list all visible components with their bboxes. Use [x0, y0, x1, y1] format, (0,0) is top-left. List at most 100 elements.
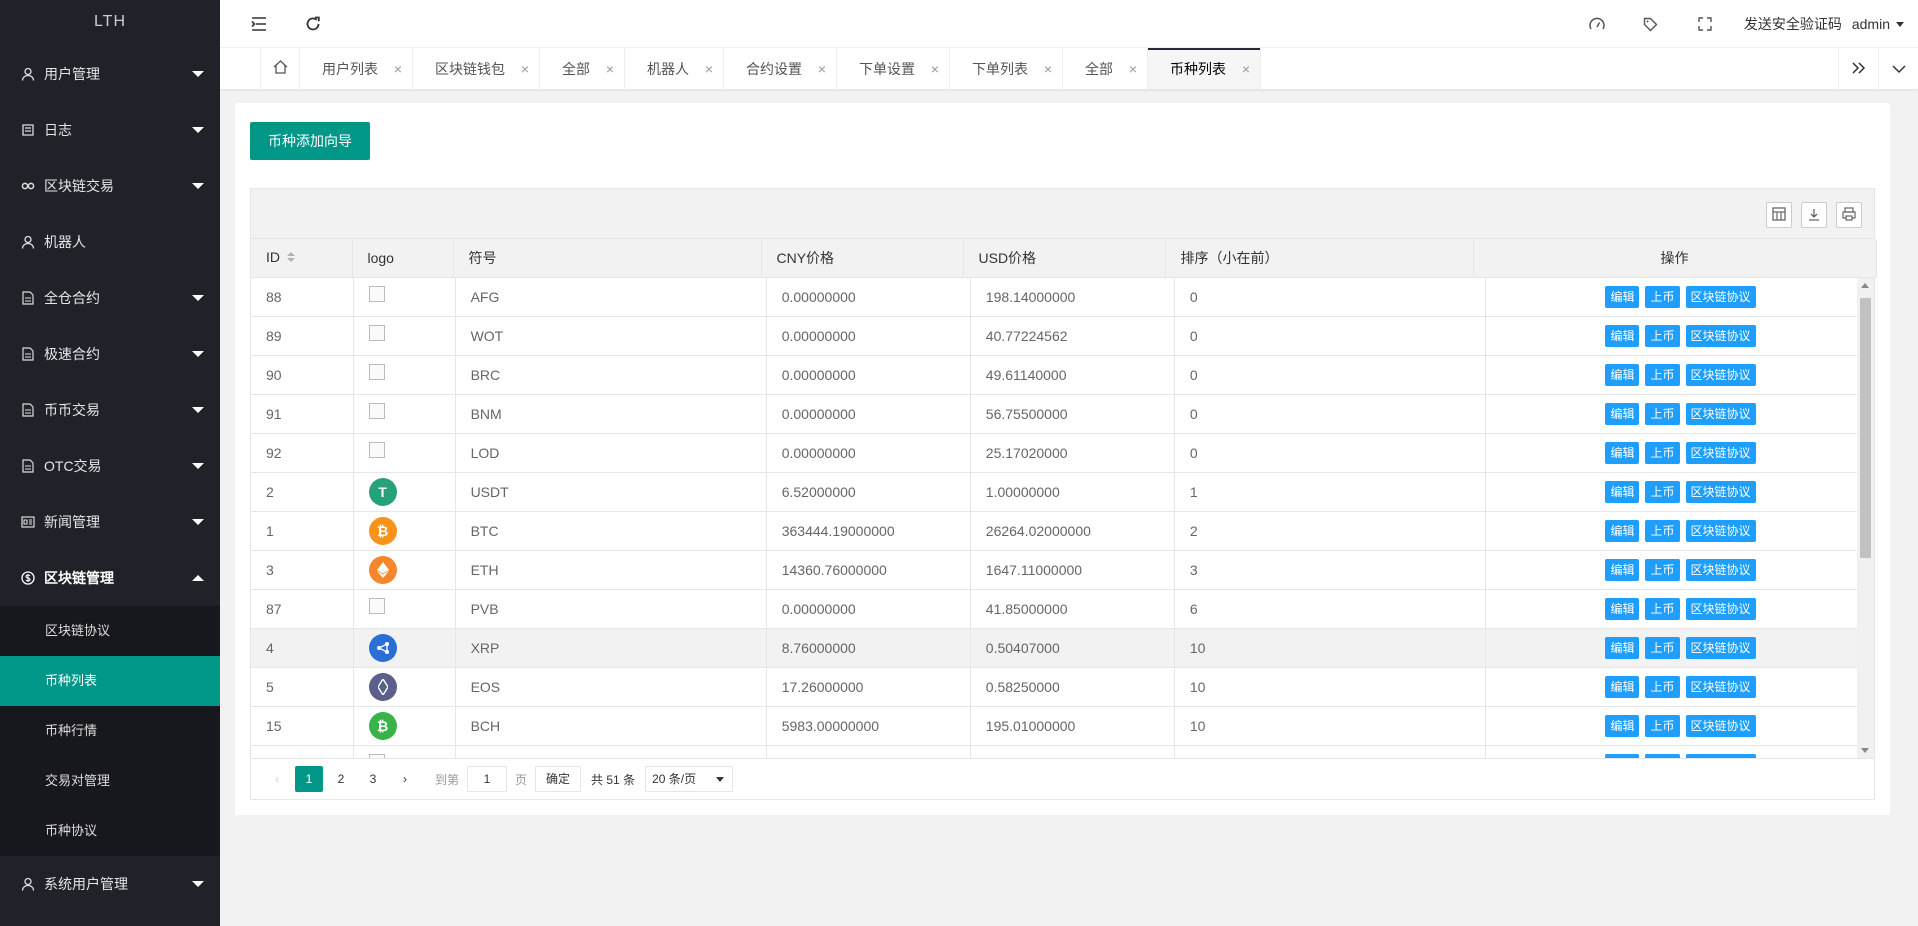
sort-icon[interactable]: [286, 250, 296, 266]
edit-button[interactable]: 编辑: [1605, 715, 1640, 737]
list-coin-button[interactable]: 上币: [1645, 403, 1680, 425]
sidebar-item-8[interactable]: 新闻管理: [0, 494, 220, 550]
edit-button[interactable]: 编辑: [1605, 520, 1640, 542]
edit-button[interactable]: 编辑: [1605, 676, 1640, 698]
list-coin-button[interactable]: 上币: [1645, 715, 1680, 737]
edit-button[interactable]: 编辑: [1605, 325, 1640, 347]
sidebar-item-1[interactable]: 日志: [0, 102, 220, 158]
chain-protocol-button[interactable]: 区块链协议: [1685, 598, 1756, 620]
table-row[interactable]: 91 BNM 0.00000000 56.75500000 0 编辑 上币 区块链协议: [251, 394, 1874, 434]
sidebar-item-system-users[interactable]: 系统用户管理: [0, 856, 220, 912]
chain-protocol-button[interactable]: 区块链协议: [1685, 403, 1756, 425]
sidebar-subitem-1[interactable]: 币种列表: [0, 656, 220, 706]
list-coin-button[interactable]: 上币: [1645, 559, 1680, 581]
sidebar-subitem-3[interactable]: 交易对管理: [0, 756, 220, 806]
list-coin-button[interactable]: 上币: [1645, 285, 1680, 308]
chain-protocol-button[interactable]: 区块链协议: [1685, 325, 1756, 347]
tab-7[interactable]: 全部 ×: [1063, 48, 1148, 89]
sidebar-item-0[interactable]: 用户管理: [0, 46, 220, 102]
list-coin-button[interactable]: 上币: [1645, 481, 1680, 503]
sidebar-item-9[interactable]: 区块链管理: [0, 550, 220, 606]
table-row[interactable]: 4 XRP 8.76000000 0.50407000 10 编辑 上币 区块链协议: [251, 628, 1874, 668]
table-row[interactable]: 5 EOS 17.26000000 0.58250000 10 编辑 上币 区块链协议: [251, 667, 1874, 707]
chain-protocol-button[interactable]: 区块链协议: [1685, 637, 1756, 659]
close-icon[interactable]: ×: [521, 48, 529, 90]
close-icon[interactable]: ×: [705, 48, 713, 90]
edit-button[interactable]: 编辑: [1605, 442, 1640, 464]
close-icon[interactable]: ×: [931, 48, 939, 90]
list-coin-button[interactable]: 上币: [1645, 364, 1680, 386]
tab-8[interactable]: 币种列表 ×: [1148, 48, 1261, 89]
table-row[interactable]: 92 LOD 0.00000000 25.17020000 0 编辑 上币 区块链协议: [251, 433, 1874, 473]
chain-protocol-button[interactable]: 区块链协议: [1685, 559, 1756, 581]
fullscreen-icon[interactable]: [1695, 14, 1715, 34]
page-input[interactable]: 1: [467, 766, 508, 792]
chain-protocol-button[interactable]: 区块链协议: [1685, 481, 1756, 503]
edit-button[interactable]: 编辑: [1605, 559, 1640, 581]
scrollbar-thumb[interactable]: [1860, 297, 1871, 558]
close-icon[interactable]: ×: [606, 48, 614, 90]
sidebar-item-6[interactable]: 币币交易: [0, 382, 220, 438]
chain-protocol-button[interactable]: 区块链协议: [1685, 442, 1756, 464]
table-row[interactable]: 2 T USDT 6.52000000 1.00000000 1 编辑 上币 区块链协议: [251, 472, 1874, 512]
tag-icon[interactable]: [1641, 14, 1661, 34]
tabs-scroll-right-button[interactable]: [1838, 48, 1878, 90]
close-icon[interactable]: ×: [394, 48, 402, 90]
tab-0[interactable]: 用户列表 ×: [300, 48, 413, 89]
list-coin-button[interactable]: 上币: [1645, 442, 1680, 464]
prev-page-button[interactable]: ‹: [263, 766, 291, 792]
tab-6[interactable]: 下单列表 ×: [950, 48, 1063, 89]
scroll-up-arrow-icon[interactable]: [1861, 282, 1869, 288]
chain-protocol-button[interactable]: 区块链协议: [1685, 715, 1756, 737]
page-number-button[interactable]: 3: [359, 766, 387, 792]
menu-collapse-icon[interactable]: [248, 13, 270, 35]
table-body-scroll[interactable]: 88 AFG 0.00000000 198.14000000 0 编辑 上币 区块链协议 89 W…: [251, 277, 1874, 758]
list-coin-button[interactable]: 上币: [1645, 637, 1680, 659]
goto-confirm-button[interactable]: 确定: [535, 766, 582, 792]
chain-protocol-button[interactable]: 区块链协议: [1685, 520, 1756, 542]
sidebar-item-5[interactable]: 极速合约: [0, 326, 220, 382]
sidebar-item-4[interactable]: 全仓合约: [0, 270, 220, 326]
list-coin-button[interactable]: 上币: [1645, 676, 1680, 698]
list-coin-button[interactable]: 上币: [1645, 754, 1680, 758]
edit-button[interactable]: 编辑: [1605, 364, 1640, 386]
table-row[interactable]: 3 ETH 14360.76000000 1647.11000000 3 编辑 上币 区块链协…: [251, 550, 1874, 590]
print-button[interactable]: [1836, 202, 1862, 228]
table-row[interactable]: 89 WOT 0.00000000 40.77224562 0 编辑 上币 区块链协议: [251, 316, 1874, 356]
close-icon[interactable]: ×: [818, 48, 826, 90]
table-row[interactable]: 15 ₿ BCH 5983.00000000 195.01000000 10 编辑 上币 区块链…: [251, 706, 1874, 746]
scroll-down-arrow-icon[interactable]: [1861, 747, 1869, 753]
table-row[interactable]: 88 AFG 0.00000000 198.14000000 0 编辑 上币 区块链协议: [251, 277, 1874, 317]
export-button[interactable]: [1801, 202, 1827, 228]
sidebar-item-7[interactable]: OTC交易: [0, 438, 220, 494]
edit-button[interactable]: 编辑: [1605, 481, 1640, 503]
tabs-options-button[interactable]: [1878, 48, 1918, 90]
page-number-button[interactable]: 2: [327, 766, 355, 792]
list-coin-button[interactable]: 上币: [1645, 325, 1680, 347]
list-coin-button[interactable]: 上币: [1645, 520, 1680, 542]
tab-2[interactable]: 全部 ×: [540, 48, 625, 89]
close-icon[interactable]: ×: [1129, 48, 1137, 90]
tab-4[interactable]: 合约设置 ×: [724, 48, 837, 89]
chain-protocol-button[interactable]: 区块链协议: [1685, 364, 1756, 386]
close-icon[interactable]: ×: [1242, 48, 1250, 90]
close-icon[interactable]: ×: [1044, 48, 1052, 90]
next-page-button[interactable]: ›: [391, 766, 419, 792]
tab-home[interactable]: [260, 48, 300, 89]
edit-button[interactable]: 编辑: [1605, 285, 1640, 308]
list-coin-button[interactable]: 上币: [1645, 598, 1680, 620]
vertical-scrollbar[interactable]: [1857, 277, 1874, 758]
chain-protocol-button[interactable]: 区块链协议: [1685, 754, 1756, 758]
sidebar-subitem-4[interactable]: 币种协议: [0, 806, 220, 856]
dashboard-icon[interactable]: [1587, 14, 1607, 34]
user-menu[interactable]: admin: [1852, 16, 1918, 32]
edit-button[interactable]: 编辑: [1605, 403, 1640, 425]
table-row[interactable]: 17 LTC1738.5500000063.2900000010 编辑 上币 区块链协议: [251, 745, 1874, 758]
tab-1[interactable]: 区块链钱包 ×: [413, 48, 540, 89]
table-row[interactable]: 90 BRC 0.00000000 49.61140000 0 编辑 上币 区块链协议: [251, 355, 1874, 395]
edit-button[interactable]: 编辑: [1605, 754, 1640, 758]
sidebar-item-3[interactable]: 机器人: [0, 214, 220, 270]
page-number-button[interactable]: 1: [295, 766, 323, 792]
page-size-select[interactable]: 20 条/页: [645, 766, 734, 792]
tab-3[interactable]: 机器人 ×: [625, 48, 724, 89]
